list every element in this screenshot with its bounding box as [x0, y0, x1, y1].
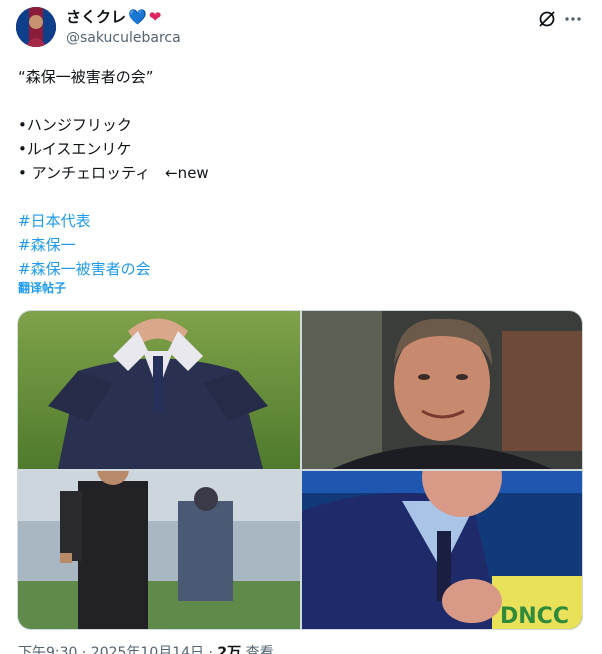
list-item: •ルイスエンリケ — [18, 140, 132, 158]
media-image-4[interactable]: DNCC — [302, 471, 582, 629]
list-item: •ハンジフリック — [18, 116, 132, 134]
hashtag-link[interactable]: #森保一 — [18, 233, 578, 257]
view-count: 2万 — [217, 645, 242, 654]
media-image-3[interactable] — [18, 471, 300, 629]
media-grid: DNCC — [17, 310, 583, 630]
hashtag-link[interactable]: #森保一被害者の会 — [18, 257, 578, 281]
grok-icon[interactable] — [537, 9, 557, 29]
list-item: • アンチェロッティ ←new — [18, 164, 209, 182]
red-heart-icon: ❤ — [148, 8, 162, 26]
view-label: 查看 — [241, 645, 274, 654]
tweet-title-line: “森保一被害者の会” — [18, 68, 154, 86]
svg-text:DNCC: DNCC — [500, 604, 569, 629]
tweet-text: “森保一被害者の会” •ハンジフリック •ルイスエンリケ • アンチェロッティ … — [18, 65, 578, 281]
post-timestamp[interactable]: 下午9:30 · 2025年10月14日 · — [18, 645, 217, 654]
author-name[interactable]: さくクレ — [66, 8, 126, 26]
author-avatar[interactable] — [16, 7, 56, 47]
post-meta: 下午9:30 · 2025年10月14日 · 2万 查看 — [18, 644, 274, 654]
media-image-2[interactable] — [302, 311, 582, 469]
tweet: さくクレ 💙 ❤ @sakuculebarca “森保一被害者の会” •ハンジフ… — [0, 0, 602, 654]
author-handle[interactable]: @sakuculebarca — [66, 29, 181, 47]
hashtag-link[interactable]: #日本代表 — [18, 209, 578, 233]
media-image-1[interactable] — [18, 311, 300, 469]
more-icon[interactable] — [563, 9, 583, 29]
blue-heart-icon: 💙 — [128, 8, 147, 26]
translate-post-link[interactable]: 翻译帖子 — [18, 280, 66, 296]
author-name-row[interactable]: さくクレ 💙 ❤ — [66, 8, 161, 26]
